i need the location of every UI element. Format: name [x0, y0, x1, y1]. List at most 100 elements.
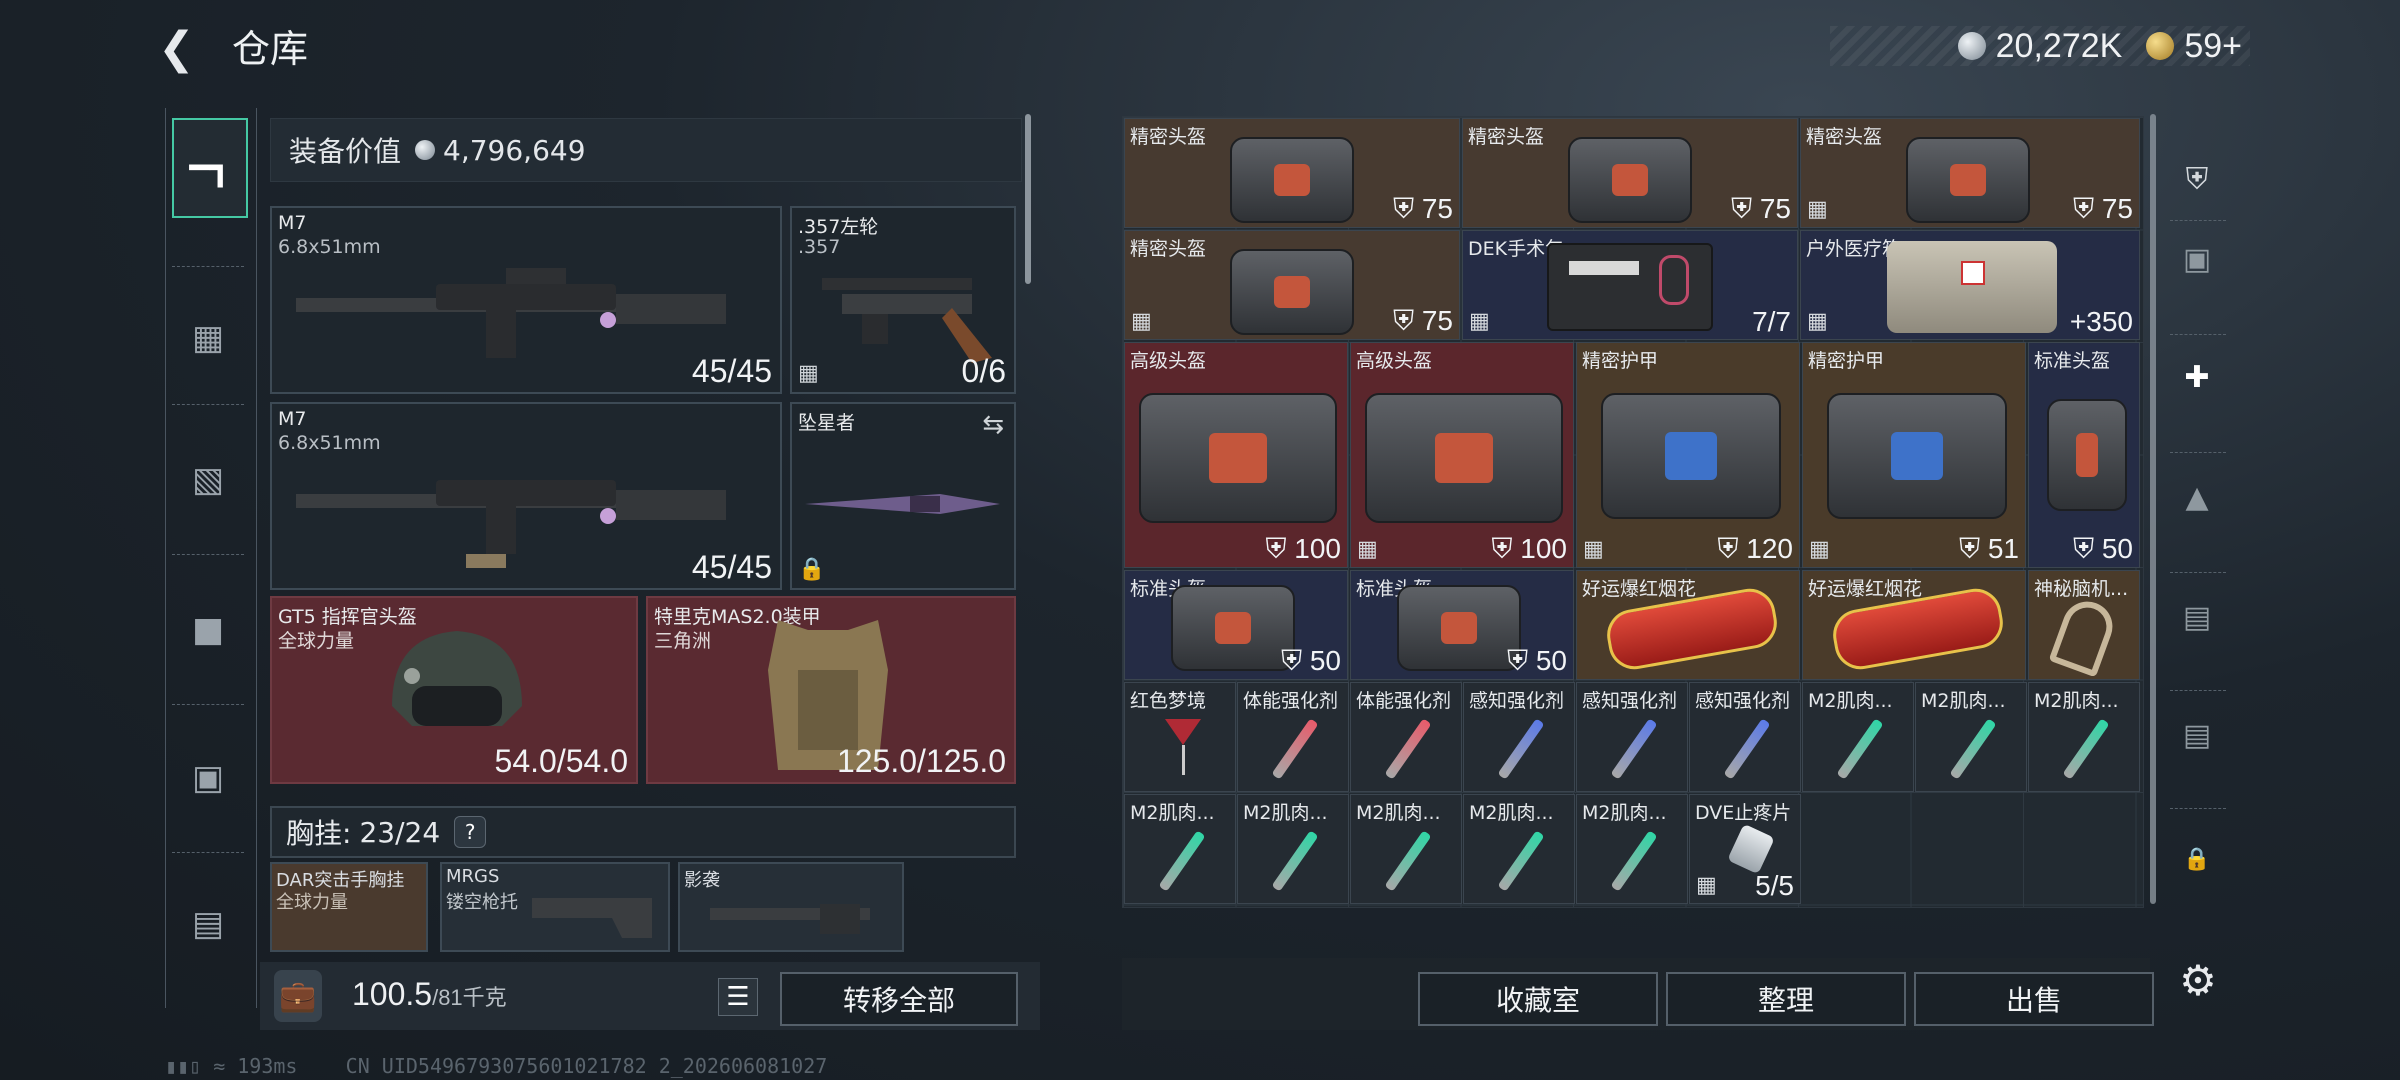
armor-slot[interactable]: 特里克MAS2.0装甲 三角洲 125.0/125.0: [646, 596, 1016, 784]
weight-max: /81千克: [432, 985, 507, 1010]
gold-coin-icon: [2146, 32, 2175, 60]
stash-item[interactable]: M2肌肉...: [1237, 794, 1349, 904]
item-name: 高级头盔: [1356, 350, 1433, 372]
armor-durability: ⛨ 51: [1959, 533, 2019, 564]
melee-slot[interactable]: 坠星者 ⇆ 🔒: [790, 402, 1016, 590]
stash-item[interactable]: 精密头盔 ⛨ 75: [1462, 118, 1798, 228]
stash-item[interactable]: 感知强化剂: [1463, 682, 1575, 792]
attachment-slot[interactable]: DAR突击手胸挂 全球力量: [270, 862, 428, 952]
attachment-slot[interactable]: 影袭: [678, 862, 904, 952]
gold-amount[interactable]: 59+: [2184, 27, 2242, 66]
toolbox-icon[interactable]: ▤: [172, 876, 244, 972]
transfer-all-button[interactable]: 转移全部: [780, 972, 1018, 1026]
stash-scrollbar[interactable]: [2150, 114, 2156, 904]
item-image: [1171, 585, 1295, 671]
ammo-count: 45/45: [691, 353, 772, 389]
stash-item[interactable]: 高级头盔 ⛨ 100: [1124, 342, 1348, 568]
item-name: 精密头盔: [1806, 126, 1883, 148]
stash-item[interactable]: 感知强化剂: [1689, 682, 1801, 792]
attachment-image: [710, 904, 870, 934]
stash-item[interactable]: M2肌肉...: [1915, 682, 2027, 792]
item-image: [1610, 830, 1658, 892]
chest-rig-label: 胸挂:: [286, 817, 352, 850]
item-count: 7/7: [1752, 306, 1791, 337]
helmet-durability: ⛨ 75: [2073, 193, 2133, 224]
attachment-slot[interactable]: MRGS 镂空枪托: [440, 862, 670, 952]
item-count: 75: [1421, 193, 1453, 224]
stash-item[interactable]: 标准头盔 ⛨ 50: [2028, 342, 2140, 568]
no-insure-icon: ▦: [1583, 537, 1604, 562]
silver-coin-icon: [1957, 32, 1986, 60]
stash-item[interactable]: 标准头盔 ⛨ 50: [1124, 570, 1348, 680]
medkit-iv-icon[interactable]: ▣: [2168, 230, 2226, 288]
weapon-slot-primary[interactable]: M7 6.8x51mm 45/45: [270, 206, 782, 394]
medkit-plus-iv-icon[interactable]: ✚: [2168, 348, 2226, 406]
collection-room-button[interactable]: 收藏室: [1418, 972, 1658, 1026]
stash-item[interactable]: 精密头盔 ⛨ 75: [1124, 118, 1460, 228]
stash-item[interactable]: M2肌肉...: [1463, 794, 1575, 904]
status-line: ▮▮▯ ≈ 193ms CN UID5496793075601021782 2_…: [165, 1054, 827, 1078]
stash-item[interactable]: 感知强化剂: [1576, 682, 1688, 792]
stash-item[interactable]: M2肌肉...: [1576, 794, 1688, 904]
case-icon[interactable]: ▣: [172, 730, 244, 826]
item-name: 体能强化剂: [1356, 690, 1452, 712]
stash-item[interactable]: M2肌肉...: [1350, 794, 1462, 904]
armor-vest-icon[interactable]: ▦: [172, 290, 244, 386]
armor-iii-icon[interactable]: ▲: [2168, 468, 2226, 526]
item-name: 感知强化剂: [1695, 690, 1791, 712]
stash-item[interactable]: 精密护甲 ▦ ⛨ 120: [1576, 342, 1800, 568]
stash-item[interactable]: M2肌肉...: [1124, 794, 1236, 904]
stash-item[interactable]: 户外医疗箱 ▦ +350: [1800, 230, 2140, 340]
no-insure-icon: ▦: [1469, 309, 1490, 334]
item-image: [1547, 243, 1713, 331]
stash-item[interactable]: 体能强化剂: [1237, 682, 1349, 792]
item-name: 体能强化剂: [1243, 690, 1339, 712]
item-name: 好运爆红烟花: [1808, 578, 1923, 600]
helmet-durability: ⛨ 75: [1731, 193, 1791, 224]
revolver-image: [822, 278, 992, 363]
lock-icon[interactable]: 🔒: [2168, 830, 2226, 888]
stash-item[interactable]: 高级头盔 ▦ ⛨ 100: [1350, 342, 1574, 568]
chest-rig-capacity: 23/24: [359, 815, 441, 849]
no-insure-icon: ▦: [1357, 537, 1378, 562]
helmet-icon[interactable]: ⛨: [2168, 150, 2226, 208]
back-arrow-icon[interactable]: ❮: [158, 20, 216, 78]
helmet-slot[interactable]: GT5 指挥官头盔 全球力量 54.0/54.0: [270, 596, 638, 784]
gear-icon[interactable]: ⚙: [2168, 950, 2228, 1010]
item-count: 75: [1759, 193, 1791, 224]
wifi-icon: ≈: [213, 1054, 226, 1078]
pouch-icon[interactable]: ■: [172, 582, 244, 678]
stash-item[interactable]: 精密护甲 ▦ ⛨ 51: [1802, 342, 2026, 568]
item-image: [1271, 718, 1319, 780]
stash-item[interactable]: 标准头盔 ⛨ 50: [1350, 570, 1574, 680]
stash-item[interactable]: M2肌肉...: [1802, 682, 1914, 792]
stash-item[interactable]: DVE止疼片 ▦ 5/5: [1689, 794, 1801, 904]
page-title: 仓库: [232, 27, 309, 71]
stash-item[interactable]: 精密头盔 ▦ ⛨ 75: [1124, 230, 1460, 340]
helmet-durability: ⛨ 100: [1265, 533, 1342, 564]
stash-item[interactable]: 神秘脑机...: [2028, 570, 2140, 680]
sort-button[interactable]: 整理: [1666, 972, 1906, 1026]
swap-icon[interactable]: ⇆: [982, 410, 1004, 440]
help-icon[interactable]: ?: [454, 816, 487, 848]
stash-item[interactable]: 体能强化剂: [1350, 682, 1462, 792]
gun-icon[interactable]: ━┓: [172, 118, 248, 218]
left-scrollbar[interactable]: [1025, 114, 1031, 284]
stash-item[interactable]: 精密头盔 ▦ ⛨ 75: [1800, 118, 2140, 228]
helmet-faction: 全球力量: [278, 630, 355, 652]
item-count: 50: [1535, 645, 1567, 676]
weapon-slot-sidearm[interactable]: .357左轮 .357 ▦ 0/6: [790, 206, 1016, 394]
stash-item[interactable]: 红色梦境: [1124, 682, 1236, 792]
gun-iii-b-icon[interactable]: ▤: [2168, 706, 2226, 764]
sell-button[interactable]: 出售: [1914, 972, 2154, 1026]
stash-item[interactable]: 好运爆红烟花: [1802, 570, 2026, 680]
weapon-slot-secondary[interactable]: M7 6.8x51mm 45/45: [270, 402, 782, 590]
backpack-icon[interactable]: ▧: [172, 432, 244, 528]
gun-iii-icon[interactable]: ▤: [2168, 588, 2226, 646]
list-icon[interactable]: ☰: [718, 978, 758, 1016]
stash-item[interactable]: 好运爆红烟花: [1576, 570, 1800, 680]
stash-item[interactable]: M2肌肉...: [2028, 682, 2140, 792]
item-image: [1139, 393, 1337, 523]
stash-item[interactable]: DEK手术包 ▦ 7/7: [1462, 230, 1798, 340]
user-uid: CN UID5496793075601021782 2_202606081027: [345, 1054, 828, 1078]
